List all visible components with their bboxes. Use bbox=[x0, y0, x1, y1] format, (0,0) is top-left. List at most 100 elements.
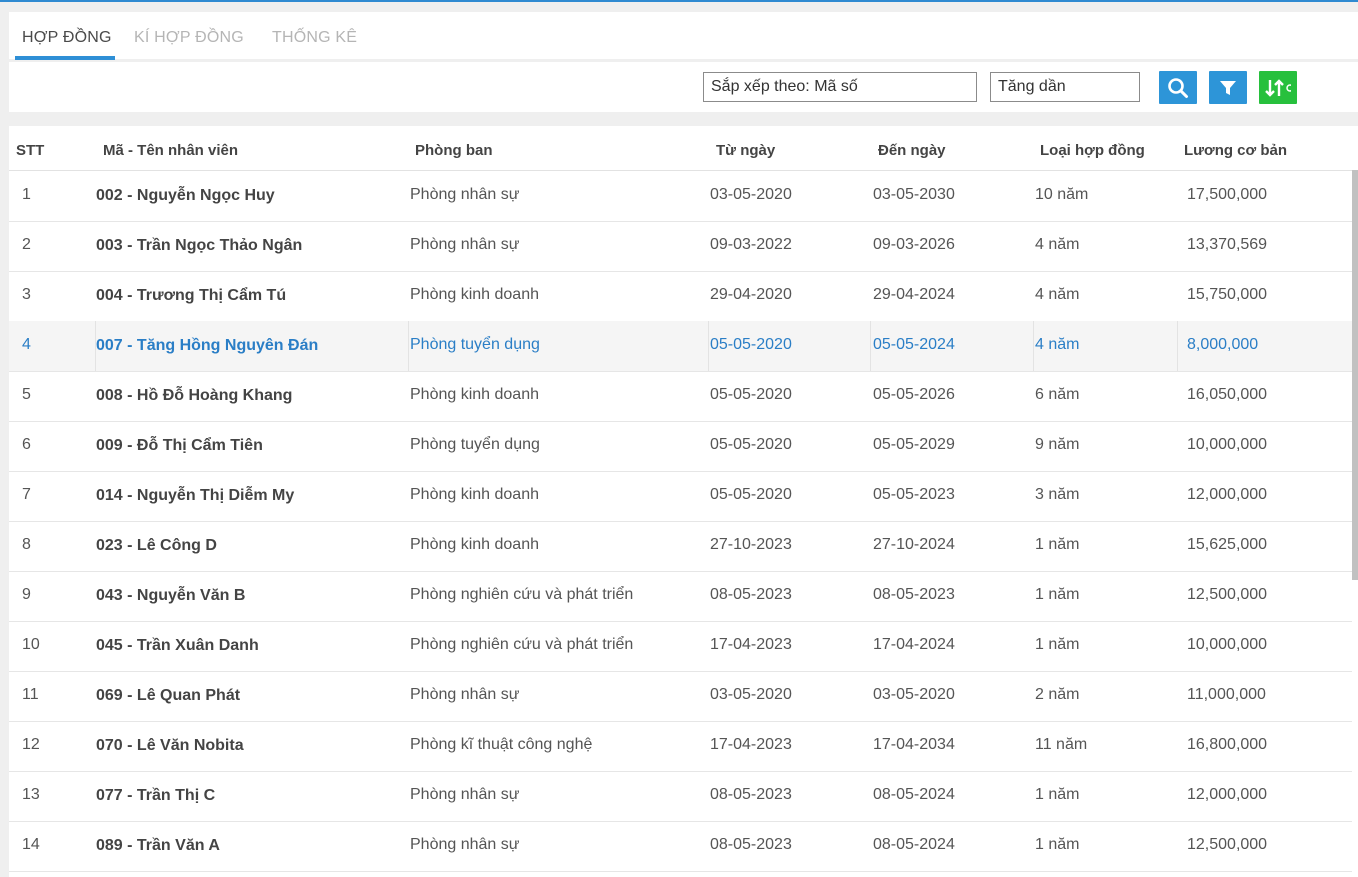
cell-stt: 13 bbox=[22, 786, 40, 803]
cell-department: Phòng tuyển dụng bbox=[410, 436, 540, 453]
header-employee[interactable]: Mã - Tên nhân viên bbox=[103, 142, 238, 159]
table-row[interactable]: 8 023 - Lê Công D Phòng kinh doanh 27-10-20… bbox=[9, 521, 1352, 572]
filter-button[interactable] bbox=[1209, 71, 1247, 104]
table-row[interactable]: 1 002 - Nguyễn Ngọc Huy Phòng nhân sự 03-05… bbox=[9, 171, 1352, 222]
cell-from-date: 09-03-2022 bbox=[710, 236, 792, 253]
header-contract-type[interactable]: Loại hợp đồng bbox=[1040, 142, 1145, 159]
cell-employee: 089 - Trần Văn A bbox=[96, 837, 220, 854]
tab-hop-dong[interactable]: HỢP ĐỒNG bbox=[22, 29, 112, 47]
search-icon bbox=[1168, 77, 1188, 98]
cell-stt: 14 bbox=[22, 836, 40, 853]
tab-bar: HỢP ĐỒNG KÍ HỢP ĐỒNG THỐNG KÊ bbox=[9, 12, 1358, 60]
table-row[interactable]: 3 004 - Trương Thị Cẩm Tú Phòng kinh doanh… bbox=[9, 271, 1352, 322]
table-row[interactable]: 14 089 - Trần Văn A Phòng nhân sự 08-05-202… bbox=[9, 821, 1352, 872]
cell-contract-type: 1 năm bbox=[1035, 586, 1080, 603]
cell-to-date: 05-05-2024 bbox=[873, 336, 955, 353]
cell-base-salary: 16,800,000 bbox=[1187, 736, 1268, 753]
table-row[interactable]: 12 070 - Lê Văn Nobita Phòng kĩ thuật công… bbox=[9, 721, 1352, 772]
cell-to-date: 17-04-2034 bbox=[873, 736, 955, 753]
cell-to-date: 05-05-2029 bbox=[873, 436, 955, 453]
cell-contract-type: 2 năm bbox=[1035, 686, 1080, 703]
header-from-date[interactable]: Từ ngày bbox=[716, 142, 775, 159]
cell-contract-type: 3 năm bbox=[1035, 486, 1080, 503]
cell-from-date: 03-05-2020 bbox=[710, 686, 792, 703]
selected-row-separator bbox=[1177, 321, 1178, 371]
cell-to-date: 08-05-2024 bbox=[873, 786, 955, 803]
cell-base-salary: 12,500,000 bbox=[1187, 836, 1268, 853]
cell-to-date: 17-04-2024 bbox=[873, 636, 955, 653]
cell-from-date: 08-05-2023 bbox=[710, 586, 792, 603]
cell-to-date: 03-05-2030 bbox=[873, 186, 955, 203]
cell-employee: 003 - Trần Ngọc Thảo Ngân bbox=[96, 237, 303, 254]
cell-department: Phòng tuyển dụng bbox=[410, 336, 540, 353]
table-row[interactable]: 11 069 - Lê Quan Phát Phòng nhân sự 03-05-2… bbox=[9, 671, 1352, 722]
table-row[interactable]: 2 003 - Trần Ngọc Thảo Ngân Phòng nhân sự 0… bbox=[9, 221, 1352, 272]
cell-contract-type: 9 năm bbox=[1035, 436, 1080, 453]
cell-base-salary: 15,625,000 bbox=[1187, 536, 1268, 553]
cell-from-date: 29-04-2020 bbox=[710, 286, 792, 303]
cell-base-salary: 10,000,000 bbox=[1187, 636, 1268, 653]
cell-from-date: 17-04-2023 bbox=[710, 736, 792, 753]
cell-department: Phòng nhân sự bbox=[410, 686, 520, 703]
header-stt[interactable]: STT bbox=[16, 142, 44, 159]
cell-base-salary: 12,000,000 bbox=[1187, 786, 1268, 803]
cell-department: Phòng nhân sự bbox=[410, 186, 520, 203]
cell-department: Phòng nhân sự bbox=[410, 836, 520, 853]
table-row[interactable]: 13 077 - Trần Thị C Phòng nhân sự 08-05-202… bbox=[9, 771, 1352, 822]
cell-employee: 023 - Lê Công D bbox=[96, 537, 217, 554]
cell-from-date: 05-05-2020 bbox=[710, 436, 792, 453]
vertical-scrollbar[interactable] bbox=[1352, 170, 1358, 580]
cell-base-salary: 12,000,000 bbox=[1187, 486, 1268, 503]
selected-row-separator bbox=[95, 321, 96, 371]
cell-stt: 10 bbox=[22, 636, 40, 653]
cell-stt: 9 bbox=[22, 586, 31, 603]
cell-stt: 2 bbox=[22, 236, 31, 253]
cell-contract-type: 10 năm bbox=[1035, 186, 1089, 203]
header-base-salary[interactable]: Lương cơ bản bbox=[1184, 142, 1287, 159]
cell-contract-type: 1 năm bbox=[1035, 836, 1080, 853]
cell-to-date: 09-03-2026 bbox=[873, 236, 955, 253]
table-row[interactable]: 5 008 - Hồ Đỗ Hoàng Khang Phòng kinh doanh… bbox=[9, 371, 1352, 422]
cell-base-salary: 17,500,000 bbox=[1187, 186, 1268, 203]
cell-contract-type: 4 năm bbox=[1035, 286, 1080, 303]
cell-stt: 1 bbox=[22, 186, 31, 203]
cell-base-salary: 8,000,000 bbox=[1187, 336, 1259, 353]
toolbar: Sắp xếp theo: Mã số Tăng dần bbox=[9, 62, 1358, 112]
selected-row-separator bbox=[408, 321, 409, 371]
search-button[interactable] bbox=[1159, 71, 1197, 104]
table-row[interactable]: 9 043 - Nguyễn Văn B Phòng nghiên cứu và p… bbox=[9, 571, 1352, 622]
top-accent-line bbox=[0, 0, 1358, 2]
contracts-table: STT Mã - Tên nhân viên Phòng ban Từ ngày… bbox=[9, 126, 1358, 877]
cell-employee: 043 - Nguyễn Văn B bbox=[96, 587, 246, 604]
cell-employee: 008 - Hồ Đỗ Hoàng Khang bbox=[96, 387, 293, 404]
sort-order-select[interactable]: Tăng dần bbox=[990, 72, 1140, 102]
cell-employee: 070 - Lê Văn Nobita bbox=[96, 737, 244, 754]
cell-department: Phòng nhân sự bbox=[410, 236, 520, 253]
cell-employee: 004 - Trương Thị Cẩm Tú bbox=[96, 287, 287, 304]
cell-employee: 069 - Lê Quan Phát bbox=[96, 687, 241, 704]
cell-to-date: 05-05-2023 bbox=[873, 486, 955, 503]
cell-contract-type: 4 năm bbox=[1035, 336, 1080, 353]
cell-contract-type: 11 năm bbox=[1035, 736, 1088, 753]
header-to-date[interactable]: Đến ngày bbox=[878, 142, 946, 159]
cell-stt: 8 bbox=[22, 536, 31, 553]
table-row[interactable]: 10 045 - Trần Xuân Danh Phòng nghiên cứu v… bbox=[9, 621, 1352, 672]
cell-to-date: 05-05-2026 bbox=[873, 386, 955, 403]
cell-base-salary: 10,000,000 bbox=[1187, 436, 1268, 453]
table-row[interactable]: 6 009 - Đỗ Thị Cẩm Tiên Phòng tuyển dụng 05… bbox=[9, 421, 1352, 472]
sort-arrows-icon bbox=[1265, 78, 1291, 97]
sort-button[interactable] bbox=[1259, 71, 1297, 104]
tab-ki-hop-dong[interactable]: KÍ HỢP ĐỒNG bbox=[134, 29, 244, 47]
sort-field-select[interactable]: Sắp xếp theo: Mã số bbox=[703, 72, 977, 102]
tab-thong-ke[interactable]: THỐNG KÊ bbox=[272, 29, 357, 47]
cell-stt: 5 bbox=[22, 386, 31, 403]
selected-row-separator bbox=[870, 321, 871, 371]
cell-department: Phòng nghiên cứu và phát triển bbox=[410, 586, 634, 603]
header-department[interactable]: Phòng ban bbox=[415, 142, 493, 159]
table-row[interactable]: 7 014 - Nguyễn Thị Diễm My Phòng kinh doan… bbox=[9, 471, 1352, 522]
cell-to-date: 08-05-2023 bbox=[873, 586, 955, 603]
cell-employee: 002 - Nguyễn Ngọc Huy bbox=[96, 187, 275, 204]
cell-from-date: 05-05-2020 bbox=[710, 386, 792, 403]
cell-contract-type: 4 năm bbox=[1035, 236, 1080, 253]
table-row[interactable]: 4 007 - Tăng Hồng Nguyên Đán Phòng tuyển d… bbox=[9, 321, 1352, 372]
